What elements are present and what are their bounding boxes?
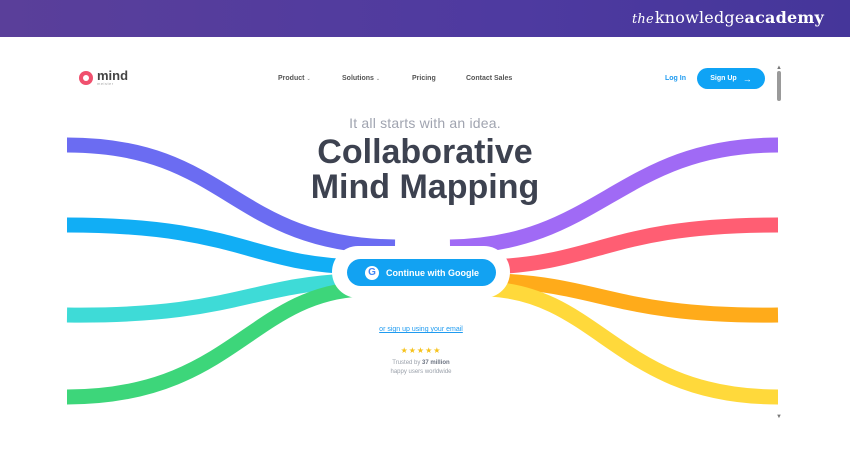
logo-text: mind meister	[97, 69, 128, 86]
brand-prefix: the	[631, 12, 654, 27]
nav-solutions[interactable]: Solutions ⌄	[342, 75, 380, 82]
continue-with-google-button[interactable]: G Continue with Google	[347, 259, 496, 286]
google-button-label: Continue with Google	[386, 267, 479, 278]
webpage: ▲ ▼ mind meister Product ⌄ Solutions ⌄ Pri…	[0, 37, 850, 450]
top-banner: theknowledgeacademy	[0, 0, 850, 37]
site-logo[interactable]: mind meister	[79, 69, 128, 86]
email-signup-link[interactable]: or sign up using your email	[0, 326, 842, 333]
scrollbar-thumb[interactable]	[777, 71, 781, 101]
trusted-suffix: happy users worldwide	[390, 369, 452, 375]
hero-title-line2: Mind Mapping	[310, 168, 540, 206]
logo-sub: meister	[97, 81, 114, 86]
nav-contact-sales[interactable]: Contact Sales	[466, 75, 512, 82]
scroll-down-icon[interactable]: ▼	[776, 414, 782, 420]
mindmeister-logo-icon	[79, 70, 93, 85]
chevron-down-icon: ⌄	[306, 76, 311, 82]
brand-bold: academy	[744, 8, 824, 27]
mind-map-ribbons	[66, 137, 779, 405]
brand-main: knowledge	[654, 8, 745, 27]
hero-title: Collaborative Mind Mapping	[0, 135, 850, 205]
signup-label: Sign Up	[710, 75, 737, 82]
login-link[interactable]: Log In	[665, 75, 686, 82]
rating-stars-icon: ★★★★★	[400, 346, 442, 355]
hero-title-line1: Collaborative	[317, 133, 533, 171]
signup-button[interactable]: Sign Up →	[697, 68, 765, 89]
arrow-right-icon: →	[742, 73, 752, 84]
hero-tagline: It all starts with an idea.	[349, 115, 501, 131]
trusted-count: 37 million	[422, 360, 450, 366]
nav-solutions-label: Solutions	[342, 75, 374, 82]
trusted-prefix: Trusted by	[392, 360, 421, 366]
nav-pricing[interactable]: Pricing	[412, 75, 436, 82]
trusted-by-text: Trusted by 37 million happy users worldw…	[0, 359, 842, 377]
brand-logo: theknowledgeacademy	[632, 8, 824, 27]
nav-product[interactable]: Product ⌄	[278, 75, 311, 82]
nav-product-label: Product	[278, 75, 305, 82]
google-icon: G	[365, 265, 379, 280]
nav-pricing-label: Pricing	[412, 75, 436, 82]
chevron-down-icon: ⌄	[375, 76, 381, 82]
nav-contact-sales-label: Contact Sales	[466, 75, 513, 82]
